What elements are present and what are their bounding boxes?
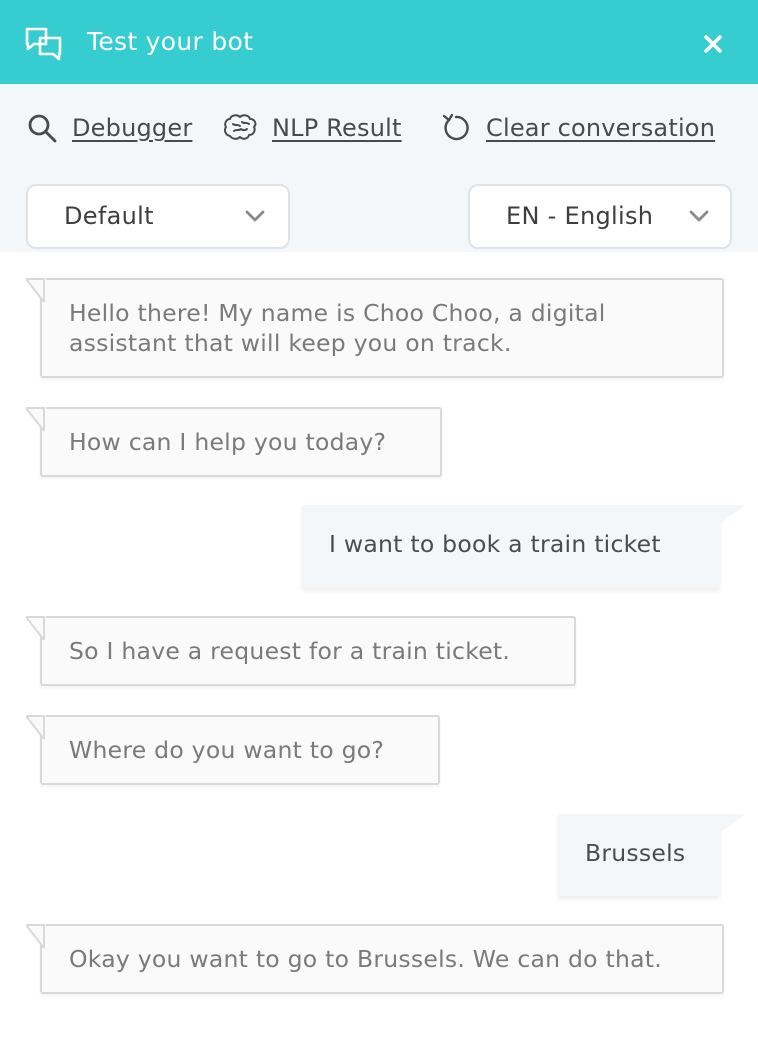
bot-message: Where do you want to go? <box>26 715 440 785</box>
flow-select-value: Default <box>64 202 154 230</box>
language-select-value: EN - English <box>506 202 654 230</box>
bubble-tail <box>26 715 46 740</box>
clear-conversation-label: Clear conversation <box>486 114 716 142</box>
message-text: How can I help you today? <box>69 428 387 456</box>
bot-message: Okay you want to go to Brussels. We can … <box>26 924 724 994</box>
debugger-link[interactable]: Debugger <box>26 110 192 146</box>
chat-transcript[interactable]: Hello there! My name is Choo Choo, a dig… <box>0 252 758 1064</box>
nlp-result-link[interactable]: NLP Result <box>222 110 402 146</box>
bot-message: How can I help you today? <box>26 407 442 477</box>
message-text: So I have a request for a train ticket. <box>69 637 511 665</box>
message-text: Hello there! My name is Choo Choo, a dig… <box>69 299 606 357</box>
refresh-icon <box>442 113 469 141</box>
user-message: Brussels <box>558 814 746 896</box>
language-select[interactable]: EN - English <box>468 184 732 249</box>
chat-header: Test your bot <box>0 0 758 84</box>
message-text: Okay you want to go to Brussels. We can … <box>69 945 662 973</box>
debugger-label: Debugger <box>72 114 193 142</box>
chat-bubbles-icon <box>25 27 62 61</box>
bubble-tail <box>26 407 46 432</box>
bubble-tail <box>718 814 746 834</box>
chevron-down-icon <box>245 210 265 222</box>
flow-select[interactable]: Default <box>26 184 290 249</box>
message-text: Brussels <box>585 839 686 867</box>
bot-message: So I have a request for a train ticket. <box>26 616 576 686</box>
message-text: Where do you want to go? <box>69 736 385 764</box>
search-icon <box>28 114 57 143</box>
bot-message: Hello there! My name is Choo Choo, a dig… <box>26 278 724 378</box>
close-icon[interactable] <box>700 30 726 56</box>
brain-icon <box>224 114 257 140</box>
nlp-result-label: NLP Result <box>272 114 402 142</box>
header-title: Test your bot <box>87 27 254 56</box>
chevron-down-icon <box>689 210 709 222</box>
bubble-tail <box>718 505 746 525</box>
bubble-tail <box>26 924 46 949</box>
user-message: I want to book a train ticket <box>302 505 746 588</box>
bubble-tail <box>26 616 46 641</box>
toolbar: Debugger NLP Result Clear conversation D… <box>0 84 758 252</box>
clear-conversation-link[interactable]: Clear conversation <box>440 110 715 146</box>
bubble-tail <box>26 278 46 303</box>
message-text: I want to book a train ticket <box>329 530 661 558</box>
